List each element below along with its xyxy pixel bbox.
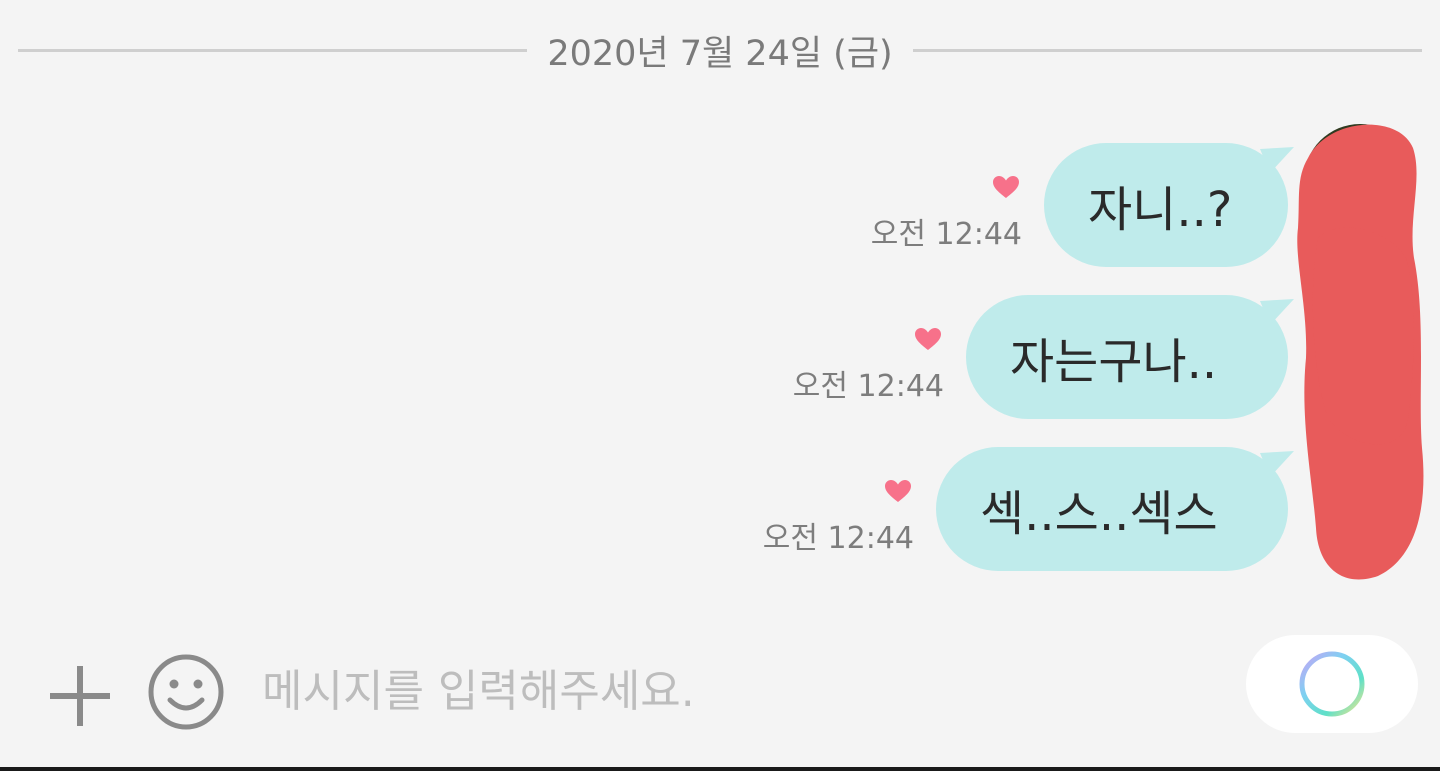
date-divider: 2020년 7월 24일 (금) (18, 24, 1422, 76)
chat-screen: 2020년 7월 24일 (금) 오전 12:44 자니..? 오전 12:44… (0, 0, 1440, 771)
message-bubble[interactable]: 자니..? (1044, 143, 1294, 267)
message-text: 섹..스..섹스 (980, 486, 1218, 542)
divider-line-right (912, 48, 1422, 52)
message-row: 오전 12:44 자니..? (871, 143, 1294, 267)
message-row: 오전 12:44 섹..스..섹스 (763, 447, 1294, 571)
bottom-edge (0, 767, 1440, 771)
message-meta: 오전 12:44 (871, 175, 1022, 253)
heart-icon[interactable] (914, 327, 942, 351)
heart-icon[interactable] (884, 479, 912, 503)
message-meta: 오전 12:44 (793, 327, 944, 405)
message-row: 오전 12:44 자는구나.. (793, 295, 1294, 419)
heart-icon[interactable] (992, 175, 1020, 199)
message-time: 오전 12:44 (762, 521, 914, 556)
divider-line-left (18, 48, 528, 52)
message-input[interactable] (262, 654, 1202, 728)
ring-icon (1299, 651, 1365, 717)
message-text: 자니..? (1088, 182, 1233, 238)
message-bubble[interactable]: 섹..스..섹스 (936, 447, 1294, 571)
send-button[interactable] (1246, 635, 1418, 733)
message-bubble[interactable]: 자는구나.. (966, 295, 1294, 419)
avatar-redacted[interactable] (1288, 118, 1430, 588)
smiley-icon[interactable] (146, 652, 226, 732)
composer-bar (0, 618, 1440, 766)
message-text: 자는구나.. (1010, 334, 1218, 390)
message-time: 오전 12:44 (792, 369, 944, 404)
message-meta: 오전 12:44 (763, 479, 914, 557)
date-label: 2020년 7월 24일 (금) (547, 33, 893, 74)
message-time: 오전 12:44 (870, 217, 1022, 252)
plus-icon[interactable] (46, 662, 114, 730)
